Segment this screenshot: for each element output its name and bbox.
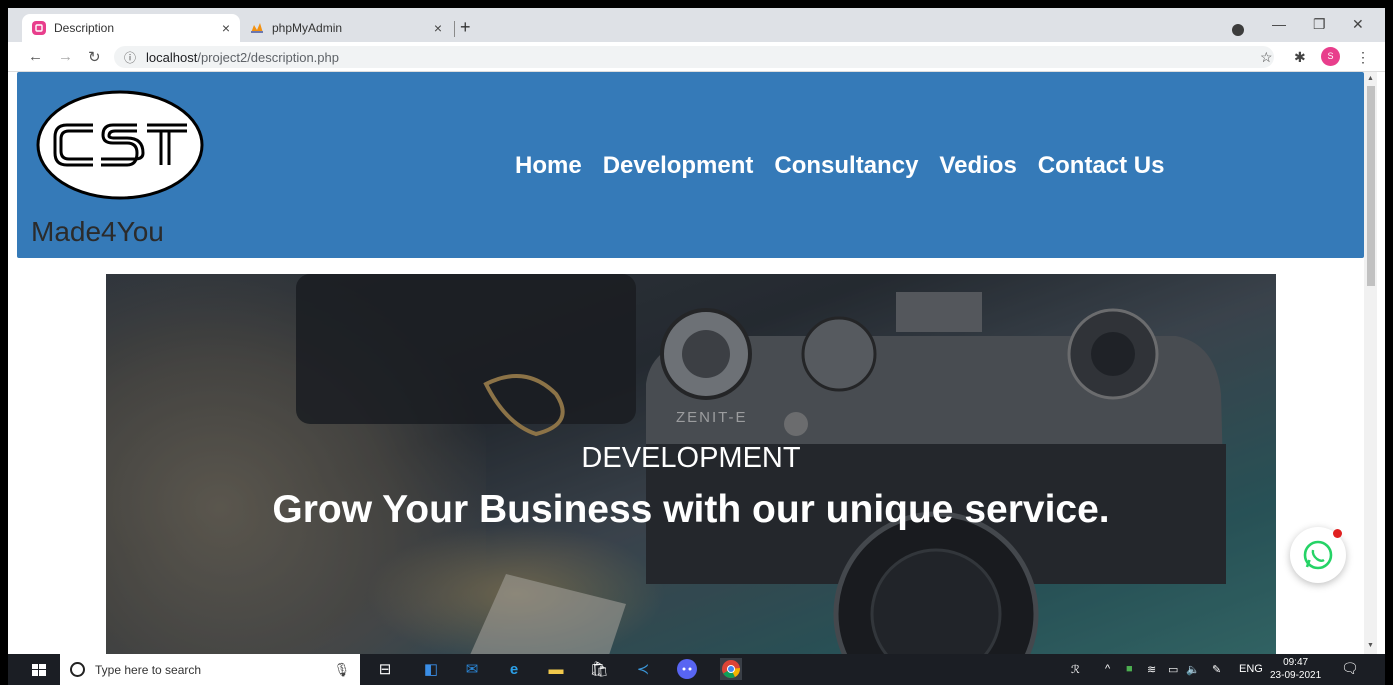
volume-icon[interactable]: 🔈 [1186,663,1200,676]
battery-icon[interactable]: ▭ [1168,663,1178,676]
reload-icon[interactable]: ↻ [88,48,101,66]
app-tray-icon[interactable]: ■ [1126,663,1133,675]
minimize-icon[interactable]: — [1272,16,1286,32]
clock-date: 23-09-2021 [1270,670,1322,681]
clock-time: 09:47 [1283,657,1309,668]
tab-close-icon[interactable]: × [434,20,442,36]
nav-contact-us[interactable]: Contact Us [1038,152,1165,180]
scroll-thumb[interactable] [1367,86,1375,286]
hero-subtitle: DEVELOPMENT [581,442,801,474]
search-placeholder: Type here to search [95,662,202,677]
edge-icon[interactable]: e [503,658,525,680]
tab-phpmyadmin[interactable]: phpMyAdmin × [240,14,452,42]
notepad-icon[interactable]: ◧ [420,658,442,680]
wifi-icon[interactable]: ≋ [1147,663,1156,676]
tab-description[interactable]: Description × [22,14,240,42]
page-scrollbar[interactable]: ▲ ▼ [1364,72,1377,654]
page-viewport: Made4You Home Development Consultancy Ve… [8,72,1364,654]
site-info-icon[interactable]: ⓘ [124,49,136,66]
site-header: Made4You Home Development Consultancy Ve… [17,72,1364,258]
new-tab-button[interactable]: + [460,17,471,37]
microphone-icon[interactable]: 🎙 [333,662,350,678]
cst-logo[interactable] [35,89,205,201]
file-explorer-icon[interactable]: ▬ [545,658,567,680]
browser-toolbar: ← → ↻ ⓘ localhost/project2/description.p… [8,42,1385,72]
vscode-icon[interactable]: ≺ [632,658,654,680]
nav-development[interactable]: Development [603,152,754,180]
main-nav: Home Development Consultancy Vedios Cont… [515,152,1164,180]
chrome-icon[interactable] [720,658,742,680]
profile-avatar[interactable]: S [1321,47,1340,66]
tab-close-icon[interactable]: × [222,20,230,36]
notification-center-icon[interactable]: 🗨 [1341,660,1359,677]
people-icon[interactable]: ℛ [1071,663,1080,676]
taskbar-search-input[interactable]: Type here to search 🎙 [60,654,360,685]
cortana-icon [70,662,85,677]
hero-banner: ZENIT-E DEVELOPMENT Grow Your Business w… [106,274,1276,654]
hero-title: Grow Your Business with our unique servi… [272,488,1110,531]
scroll-down-icon[interactable]: ▼ [1367,642,1374,649]
discord-icon[interactable] [676,658,698,680]
browser-tab-strip: Description × phpMyAdmin × + — ❐ ✕ [8,8,1385,42]
store-icon[interactable]: 🛍 [588,658,610,680]
menu-kebab-icon[interactable]: ⋮ [1356,49,1370,66]
nav-consultancy[interactable]: Consultancy [774,152,918,180]
tab-title: phpMyAdmin [272,21,343,35]
windows-start-icon[interactable] [32,664,46,676]
address-bar[interactable]: ⓘ localhost/project2/description.php [114,46,1274,68]
forward-icon[interactable]: → [58,48,73,65]
taskbar: Type here to search 🎙 ⊟ ◧ ✉ e ▬ 🛍 ≺ ℛ ^ … [8,654,1385,685]
whatsapp-notification-dot [1333,529,1342,538]
tab-title: Description [54,21,115,35]
nav-home[interactable]: Home [515,152,582,180]
phpmyadmin-favicon-icon [251,23,263,33]
site-favicon-icon [32,21,46,35]
screen: Description × phpMyAdmin × + — ❐ ✕ ← → ↻… [8,8,1385,685]
url-path: /project2/description.php [197,49,339,65]
back-icon[interactable]: ← [28,48,43,65]
scroll-up-icon[interactable]: ▲ [1367,75,1374,82]
record-icon[interactable] [1232,24,1244,36]
pen-icon[interactable]: ✎ [1212,663,1221,676]
taskbar-clock[interactable]: 09:47 23-09-2021 [1270,656,1321,682]
close-window-icon[interactable]: ✕ [1352,16,1364,33]
brand-name: Made4You [31,216,164,247]
restore-icon[interactable]: ❐ [1313,16,1326,33]
task-view-icon[interactable]: ⊟ [374,658,396,680]
mail-icon[interactable]: ✉ [461,658,483,680]
tab-separator [454,21,455,37]
nav-vedios[interactable]: Vedios [939,152,1016,180]
language-indicator[interactable]: ENG [1239,663,1263,675]
bookmark-star-icon[interactable]: ☆ [1260,49,1273,66]
extensions-puzzle-icon[interactable]: ✱ [1294,49,1306,66]
show-hidden-icons[interactable]: ^ [1105,663,1110,675]
url-host: localhost [146,49,198,65]
